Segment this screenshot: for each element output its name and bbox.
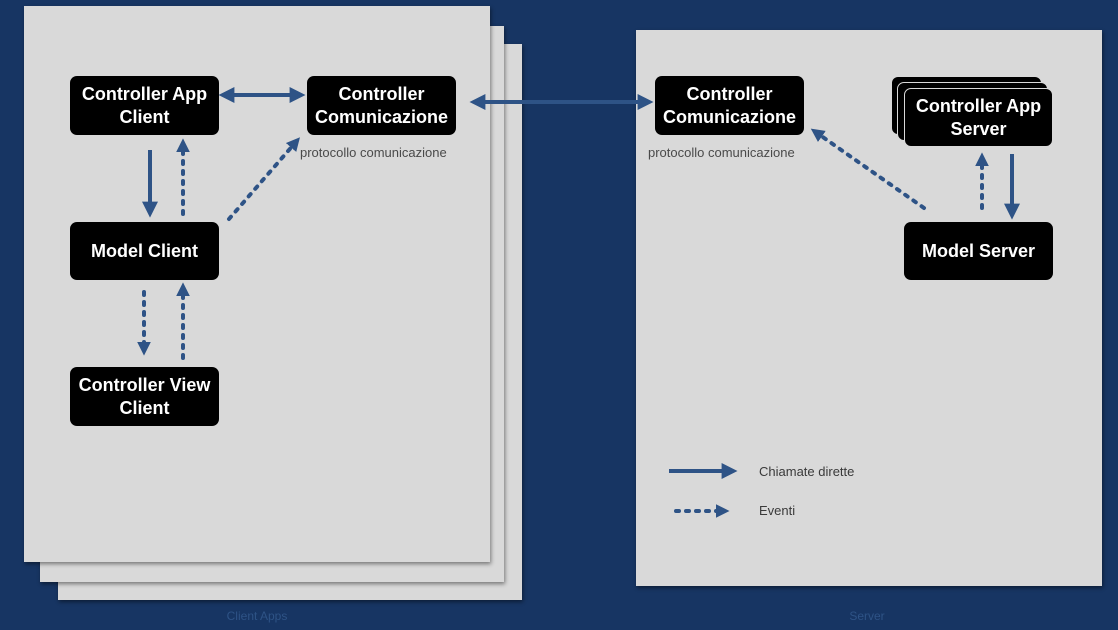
legend-direct-label: Chiamate dirette <box>759 464 855 479</box>
controller-app-server-node: Controller App Server <box>904 88 1053 147</box>
controller-comunicazione-server-node: Controller Comunicazione <box>655 76 804 135</box>
legend-events-label: Eventi <box>759 503 796 518</box>
controller-app-client-node: Controller App Client <box>70 76 219 135</box>
event-model-client-to-comm-client <box>227 137 300 221</box>
model-client-label: Model Client <box>91 240 198 261</box>
controller-comunicazione-client-node: Controller Comunicazione <box>307 76 456 135</box>
controller-comunicazione-server-label: Controller Comunicazione <box>662 83 796 127</box>
controller-comunicazione-client-label: Controller Comunicazione <box>314 83 448 127</box>
controller-app-client-label: Controller App Client <box>81 83 208 127</box>
model-server-label: Model Server <box>921 240 1036 261</box>
controller-view-client-label: Controller View Client <box>78 374 211 418</box>
protocol-caption-server: protocollo comunicazione <box>648 145 795 160</box>
diagram-canvas: Client Apps Server Controller App Client… <box>0 0 1118 630</box>
controller-app-server-label: Controller App Server <box>915 95 1042 139</box>
controller-view-client-node: Controller View Client <box>70 367 219 426</box>
model-server-node: Model Server <box>904 222 1053 280</box>
protocol-caption-client: protocollo comunicazione <box>300 145 447 160</box>
model-client-node: Model Client <box>70 222 219 280</box>
